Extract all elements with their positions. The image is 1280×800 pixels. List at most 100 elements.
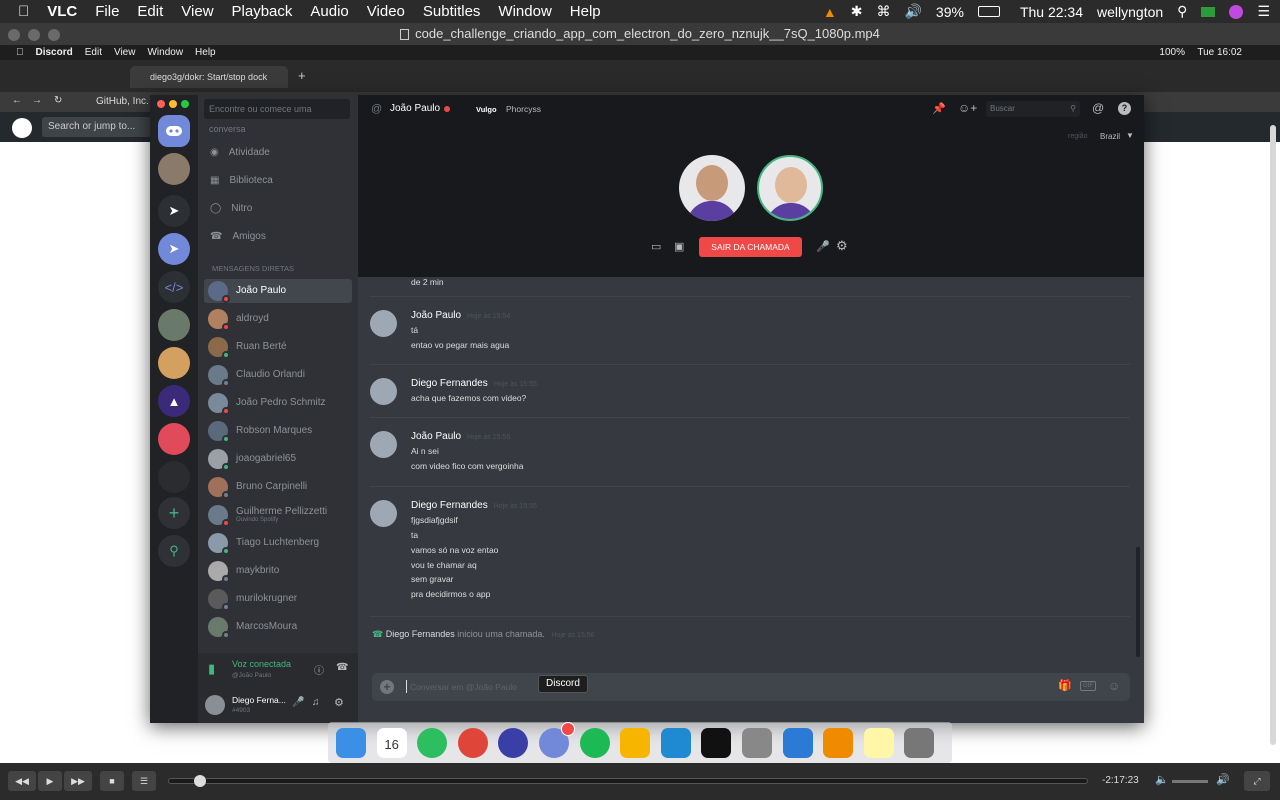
call-settings-gear-icon[interactable]: ⚙ bbox=[836, 238, 848, 254]
discord-close-button[interactable] bbox=[157, 100, 165, 108]
siri-icon[interactable] bbox=[1229, 4, 1244, 19]
message-avatar[interactable] bbox=[370, 431, 397, 458]
message-author[interactable]: João Paulo bbox=[411, 431, 461, 442]
mentions-at-icon[interactable]: @ bbox=[1092, 101, 1104, 115]
dock-photos-icon[interactable] bbox=[742, 728, 772, 758]
menu-subtitles[interactable]: Subtitles bbox=[423, 3, 481, 20]
gif-icon[interactable]: GIF bbox=[1080, 681, 1096, 691]
discord-home-icon[interactable] bbox=[158, 115, 190, 147]
voice-info-icon[interactable]: ⓘ bbox=[314, 662, 324, 677]
my-avatar[interactable] bbox=[205, 695, 225, 715]
address-text[interactable]: GitHub, Inc. bbox=[96, 96, 149, 107]
apple-icon[interactable]:  bbox=[18, 3, 29, 20]
minimize-window-button[interactable] bbox=[28, 29, 40, 41]
time-remaining[interactable]: -2:17:23 bbox=[1102, 775, 1139, 786]
rewind-button[interactable]: ◀◀ bbox=[8, 771, 36, 791]
dm-item[interactable]: aldroyd bbox=[204, 307, 352, 331]
screen-share-icon[interactable]: ▭ bbox=[651, 240, 661, 253]
chat-header-name[interactable]: João Paulo bbox=[390, 103, 440, 114]
menu-video[interactable]: Video bbox=[367, 3, 405, 20]
app-name[interactable]: VLC bbox=[47, 3, 77, 20]
spotlight-icon[interactable]: ⚲ bbox=[1177, 3, 1187, 20]
call-avatar-joao[interactable] bbox=[679, 155, 745, 221]
discord-zoom-button[interactable] bbox=[181, 100, 189, 108]
dm-item[interactable]: Tiago Luchtenberg bbox=[204, 531, 352, 555]
dm-search-input[interactable]: Encontre ou comece uma conversa bbox=[204, 99, 350, 134]
dm-item[interactable]: Guilherme Pellizzetti Ouvindo Spotify bbox=[204, 503, 352, 527]
volume-max-icon[interactable]: 🔊 bbox=[1216, 773, 1230, 786]
dock-terminal-icon[interactable] bbox=[701, 728, 732, 758]
dm-avatar-joao[interactable] bbox=[158, 153, 190, 185]
dock-sketch-icon[interactable] bbox=[620, 728, 651, 758]
dm-item[interactable]: João Paulo bbox=[204, 279, 352, 303]
menu-edit[interactable]: Edit bbox=[137, 3, 163, 20]
dm-item[interactable]: Ruan Berté bbox=[204, 335, 352, 359]
github-logo-icon[interactable] bbox=[12, 118, 32, 138]
dock-discord-icon[interactable] bbox=[539, 722, 575, 758]
nav-activity[interactable]: ◉ Atividade bbox=[210, 142, 270, 162]
vlc-cone-icon[interactable]: ▲ bbox=[823, 4, 837, 20]
message-avatar[interactable] bbox=[370, 310, 397, 337]
nav-friends[interactable]: ☎ Amigos bbox=[210, 226, 266, 246]
dm-item[interactable]: João Pedro Schmitz bbox=[204, 391, 352, 415]
menu-audio[interactable]: Audio bbox=[310, 3, 348, 20]
dm-item[interactable]: murilokrugner bbox=[204, 587, 352, 611]
server-flower-icon[interactable] bbox=[158, 423, 190, 455]
message-avatar[interactable] bbox=[370, 500, 397, 527]
reload-icon[interactable]: ↻ bbox=[54, 95, 62, 106]
notification-center-icon[interactable]: ☰ bbox=[1257, 3, 1270, 20]
dm-item[interactable]: Bruno Carpinelli bbox=[204, 475, 352, 499]
deafen-headphones-icon[interactable]: ♫ bbox=[312, 697, 320, 708]
dm-item[interactable]: Claudio Orlandi bbox=[204, 363, 352, 387]
voice-connected-label[interactable]: Voz conectada bbox=[232, 659, 291, 669]
chat-search-input[interactable]: Buscar ⚲ bbox=[986, 101, 1080, 117]
server-rocketseat-icon[interactable]: ➤ bbox=[158, 233, 190, 265]
play-button[interactable]: ▶ bbox=[38, 771, 62, 791]
volume-slider[interactable] bbox=[1172, 780, 1208, 783]
dm-item[interactable]: joaogabriel65 bbox=[204, 447, 352, 471]
dock-evernote-icon[interactable] bbox=[417, 728, 448, 758]
bluetooth-icon[interactable]: ✱ bbox=[851, 3, 863, 20]
server-photo-icon[interactable] bbox=[158, 309, 190, 341]
wifi-icon[interactable]: ⌘ bbox=[876, 3, 890, 20]
add-friend-to-dm-icon[interactable]: ☺+ bbox=[958, 101, 977, 115]
server-blank-icon[interactable] bbox=[158, 461, 190, 493]
help-icon[interactable]: ? bbox=[1118, 102, 1131, 115]
close-window-button[interactable] bbox=[8, 29, 20, 41]
flag-icon[interactable] bbox=[1201, 6, 1216, 17]
dm-item[interactable]: Robson Marques bbox=[204, 419, 352, 443]
dm-item[interactable]: maykbrito bbox=[204, 559, 352, 583]
message-scrollbar[interactable] bbox=[1136, 547, 1140, 657]
page-scrollbar[interactable] bbox=[1270, 125, 1276, 745]
server-rocket-icon[interactable]: ➤ bbox=[158, 195, 190, 227]
fullscreen-button[interactable]: ⤢ bbox=[1244, 771, 1270, 791]
menu-view[interactable]: View bbox=[181, 3, 213, 20]
dock-vlc-icon[interactable] bbox=[823, 728, 854, 758]
browser-tab[interactable]: diego3g/dokr: Start/stop dock bbox=[130, 66, 288, 88]
dock-chrome-icon[interactable] bbox=[457, 728, 488, 758]
dock-trash-icon[interactable] bbox=[904, 728, 935, 758]
dock-finder-icon[interactable] bbox=[336, 728, 366, 758]
new-tab-icon[interactable]: + bbox=[298, 68, 306, 83]
message-author[interactable]: Diego Fernandes bbox=[411, 500, 488, 511]
region-select[interactable]: Brazil bbox=[1100, 132, 1120, 141]
message-author[interactable]: João Paulo bbox=[411, 310, 461, 321]
dock-spotify-icon[interactable] bbox=[579, 728, 610, 758]
mute-icon[interactable]: 🔈 bbox=[1155, 773, 1169, 786]
nav-nitro[interactable]: ◯ Nitro bbox=[210, 198, 252, 218]
user-settings-gear-icon[interactable]: ⚙ bbox=[334, 696, 344, 709]
server-face-icon[interactable] bbox=[158, 347, 190, 379]
menu-file[interactable]: File bbox=[95, 3, 119, 20]
seek-bar[interactable] bbox=[168, 778, 1088, 784]
datetime[interactable]: Thu 22:34 bbox=[1020, 4, 1083, 20]
pin-icon[interactable]: 📌 bbox=[932, 102, 946, 115]
server-triangle-icon[interactable]: ▲ bbox=[158, 385, 190, 417]
message-composer[interactable]: + Conversar em @João Paulo 🎁 GIF ☺ bbox=[372, 673, 1130, 701]
emoji-icon[interactable]: ☺ bbox=[1108, 679, 1120, 693]
call-avatar-diego[interactable] bbox=[757, 155, 823, 221]
video-off-icon[interactable]: ▣ bbox=[674, 240, 684, 253]
stop-button[interactable]: ■ bbox=[100, 771, 124, 791]
menu-playback[interactable]: Playback bbox=[232, 3, 293, 20]
server-code-icon[interactable]: </> bbox=[158, 271, 190, 303]
menu-help[interactable]: Help bbox=[570, 3, 601, 20]
